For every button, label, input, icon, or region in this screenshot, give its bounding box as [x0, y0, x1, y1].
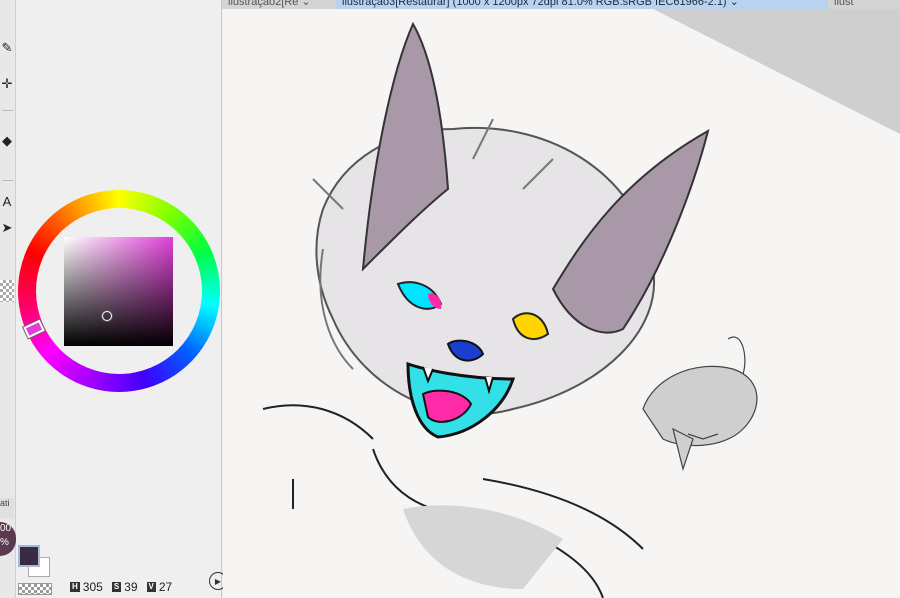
text-icon[interactable]: A — [0, 192, 14, 210]
small-sketch — [642, 336, 758, 472]
primary-color-swatch[interactable] — [18, 545, 40, 567]
hue-label: H — [70, 582, 80, 592]
tab-label: ilustração2[Re — [228, 0, 299, 8]
checker-icon[interactable] — [0, 280, 14, 302]
move-icon[interactable]: ✛ — [0, 76, 14, 92]
value-label: V — [146, 582, 156, 592]
eyedropper-icon[interactable]: ✎ — [0, 40, 14, 56]
tab-ilustracao2[interactable]: ilustração2[Re ⌄ — [222, 0, 338, 9]
value-value: 27 — [158, 580, 173, 594]
arrow-icon[interactable]: ➤ — [0, 220, 14, 236]
tab-ilust[interactable]: ilust — [828, 0, 900, 9]
tool-divider — [2, 180, 13, 181]
tool-divider — [2, 110, 13, 111]
saturation-value: 39 — [124, 580, 138, 594]
tab-ilustracao3[interactable]: ilustração3[Restaurar] (1000 x 1200px 72… — [336, 0, 828, 9]
transparent-color-swatch[interactable] — [18, 583, 52, 595]
drawing-canvas[interactable] — [223, 9, 900, 598]
document-tab-bar: ilustração2[Re ⌄ ilustração3[Restaurar] … — [222, 0, 900, 9]
canvas-corner — [653, 9, 900, 134]
saturation-label: S — [111, 582, 122, 592]
tab-label: ilustração3[Restaurar] (1000 x 1200px 72… — [342, 0, 727, 8]
sv-cursor[interactable] — [102, 311, 112, 321]
fill-bucket-icon[interactable]: ◆ — [0, 132, 14, 150]
color-swatches — [18, 545, 54, 577]
tab-label: ilust — [834, 0, 854, 8]
side-tab[interactable]: ati — [0, 498, 14, 518]
hsv-readout: H 305 S 39 V 27 — [70, 580, 178, 594]
artwork — [262, 9, 900, 598]
chevron-down-icon[interactable]: ⌄ — [301, 0, 310, 8]
chevron-down-icon[interactable]: ⌄ — [730, 0, 739, 8]
saturation-value-square[interactable] — [64, 237, 173, 346]
chest-shading — [403, 505, 563, 589]
hue-value: 305 — [82, 580, 103, 594]
color-panel: H 305 S 39 V 27 ▶ — [16, 0, 227, 598]
